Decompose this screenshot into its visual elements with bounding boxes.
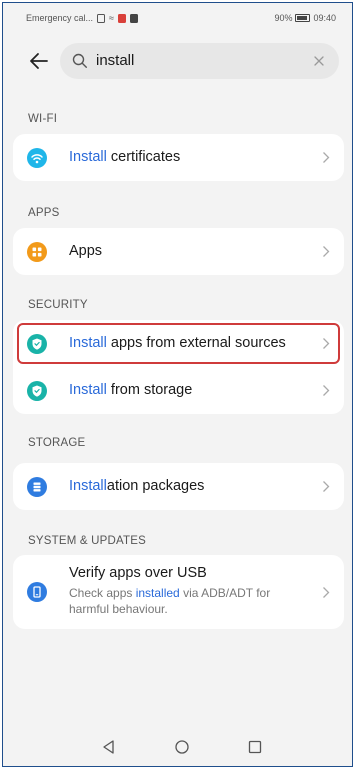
label-rest: from storage <box>106 382 193 398</box>
result-install-external-sources[interactable]: Install apps from external sources <box>13 320 344 367</box>
card-storage: Installation packages <box>13 463 344 510</box>
chevron-right-icon <box>322 245 330 258</box>
search-query: install <box>96 52 135 69</box>
apps-grid-icon <box>27 242 47 262</box>
section-header-storage: STORAGE <box>28 437 86 449</box>
nav-home-icon[interactable] <box>171 736 193 758</box>
carrier-text: Emergency cal... <box>26 13 94 23</box>
section-header-system-updates: SYSTEM & UPDATES <box>28 535 147 547</box>
result-label: Install certificates <box>69 149 180 165</box>
match-highlight: Install <box>69 149 107 165</box>
status-right: 90% 09:40 <box>274 13 336 23</box>
sim-icon <box>97 13 106 23</box>
navigation-bar <box>3 728 352 766</box>
card-apps: Apps <box>13 228 344 275</box>
search-icon <box>72 53 88 69</box>
match-highlight: Install <box>69 382 107 398</box>
notification-icon-2 <box>129 13 138 23</box>
notification-icon <box>117 13 126 23</box>
section-header-apps: APPS <box>28 207 60 219</box>
result-installation-packages[interactable]: Installation packages <box>13 463 344 510</box>
result-label: Install apps from external sources <box>69 335 286 351</box>
label-rest: Apps <box>69 243 103 259</box>
screen-frame: Emergency cal... ≈ 90% 09:40 install WI-… <box>2 2 353 767</box>
search-row: install <box>3 39 352 83</box>
clear-icon[interactable] <box>311 53 327 69</box>
card-system-updates: Verify apps over USB Check apps installe… <box>13 555 344 629</box>
label-rest: certificates <box>106 149 181 165</box>
usb-phone-icon <box>27 582 47 602</box>
shield-icon <box>27 334 47 354</box>
back-arrow-icon[interactable] <box>27 49 51 73</box>
nav-recents-icon[interactable] <box>244 736 266 758</box>
nav-back-icon[interactable] <box>98 736 120 758</box>
match-highlight: Install <box>69 478 107 494</box>
battery-percent: 90% <box>274 13 293 23</box>
chevron-right-icon <box>322 151 330 164</box>
chevron-right-icon <box>322 337 330 350</box>
clock: 09:40 <box>313 13 336 23</box>
result-verify-apps-usb[interactable]: Verify apps over USB Check apps installe… <box>13 555 344 629</box>
status-left: Emergency cal... ≈ <box>26 13 138 23</box>
chevron-right-icon <box>322 384 330 397</box>
result-label: Apps <box>69 243 102 259</box>
wifi-icon <box>27 148 47 168</box>
status-bar: Emergency cal... ≈ 90% 09:40 <box>3 3 352 33</box>
chevron-right-icon <box>322 586 330 599</box>
result-description: Check apps installed via ADB/ADT for har… <box>69 585 309 617</box>
section-header-wifi: WI-FI <box>28 113 58 125</box>
result-label: Install from storage <box>69 382 192 398</box>
section-header-security: SECURITY <box>28 299 88 311</box>
card-wifi: Install certificates <box>13 134 344 181</box>
label-rest: apps from external sources <box>106 335 286 351</box>
match-highlight: installed <box>135 586 180 600</box>
battery-icon <box>295 14 311 22</box>
search-input[interactable]: install <box>60 43 339 79</box>
shield-icon <box>27 381 47 401</box>
label-rest: ation packages <box>106 478 205 494</box>
wifi-status-icon: ≈ <box>109 12 114 23</box>
result-title: Verify apps over USB <box>69 565 207 581</box>
match-highlight: Install <box>69 335 107 351</box>
result-install-from-storage[interactable]: Install from storage <box>13 367 344 414</box>
result-install-certificates[interactable]: Install certificates <box>13 134 344 181</box>
result-label: Installation packages <box>69 478 204 494</box>
card-security: Install apps from external sources Insta… <box>13 320 344 414</box>
result-apps[interactable]: Apps <box>13 228 344 275</box>
storage-icon <box>27 477 47 497</box>
chevron-right-icon <box>322 480 330 493</box>
desc-text: Check apps <box>69 586 136 600</box>
